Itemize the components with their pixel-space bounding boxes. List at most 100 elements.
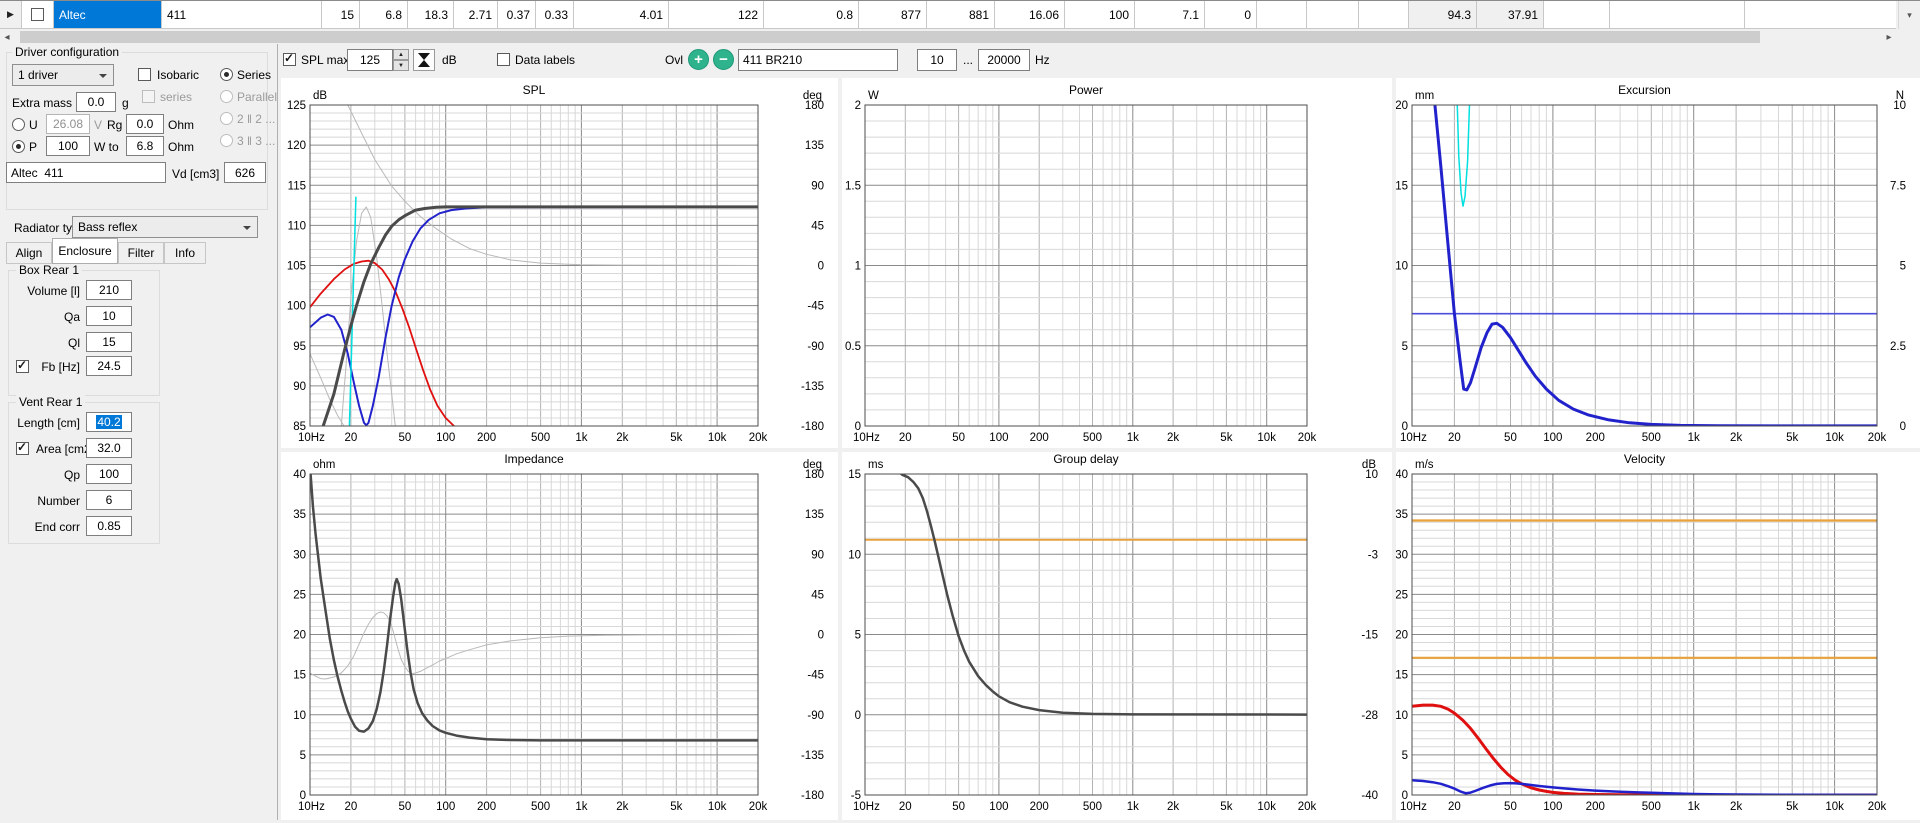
spl-xtick: 50 — [398, 432, 411, 444]
series-checkbox[interactable] — [142, 90, 155, 103]
step-down-icon[interactable]: ▼ — [393, 60, 409, 71]
tab-filter[interactable]: Filter — [118, 242, 164, 264]
row-selector-arrow-icon[interactable]: ▶ — [0, 1, 22, 28]
number-field[interactable]: 6 — [86, 490, 132, 510]
freq-max-field[interactable]: 20000 — [978, 49, 1030, 71]
isobaric-checkbox[interactable] — [138, 68, 151, 81]
driver-name-field[interactable]: Altec 411 — [6, 162, 166, 183]
radiator-type-select[interactable]: Bass reflex — [72, 216, 258, 238]
area-field[interactable]: 32.0 — [86, 438, 132, 458]
grid-cell[interactable]: 122 — [669, 1, 764, 28]
velocity-ytick: 15 — [1396, 670, 1408, 682]
velocity-xtick: 1k — [1688, 801, 1700, 813]
rg-field[interactable]: 0.0 — [126, 114, 164, 134]
fb-field[interactable]: 24.5 — [86, 356, 132, 376]
grid-cell[interactable] — [1307, 1, 1359, 28]
volume-field[interactable]: 210 — [86, 280, 132, 300]
two-parallel-label: 2 ‖ 2 ... — [237, 112, 276, 126]
excursion-xtick: 10Hz — [1400, 432, 1427, 444]
ql-field[interactable]: 15 — [86, 332, 132, 352]
step-up-icon[interactable]: ▲ — [393, 49, 409, 60]
grid-cell[interactable]: 100 — [1065, 1, 1135, 28]
scrollbar-thumb[interactable] — [20, 31, 1760, 43]
grid-cell[interactable] — [1359, 1, 1409, 28]
qa-field[interactable]: 10 — [86, 306, 132, 326]
vent-length-field[interactable]: 40.2 — [86, 412, 132, 432]
remove-overlay-button[interactable]: − — [713, 49, 734, 70]
grid-cell[interactable]: 881 — [927, 1, 995, 28]
scroll-down-icon[interactable]: ▾ — [1907, 10, 1912, 21]
grid-cell[interactable]: 16.06 — [995, 1, 1065, 28]
power-ohm-field[interactable]: 6.8 — [126, 136, 164, 156]
grid-cell[interactable]: 877 — [859, 1, 927, 28]
group-delay-xtick: 50 — [952, 801, 965, 813]
grid-cell[interactable]: 0.8 — [764, 1, 859, 28]
grid-cell[interactable]: 0.37 — [498, 1, 536, 28]
group-delay-xtick: 1k — [1127, 801, 1139, 813]
freq-min-field[interactable]: 10 — [917, 49, 957, 71]
parallel-radio[interactable] — [220, 90, 233, 103]
endcorr-field[interactable]: 0.85 — [86, 516, 132, 536]
series-radio[interactable] — [220, 68, 233, 81]
power-xtick: 5k — [1220, 432, 1232, 444]
autoscale-button[interactable] — [413, 49, 435, 71]
excursion-xtick: 500 — [1642, 432, 1661, 444]
grid-cell[interactable] — [1257, 1, 1307, 28]
overlay-name-field[interactable]: 411 BR210 — [738, 49, 898, 71]
spl-max-field[interactable]: 125 — [347, 49, 393, 71]
grid-cell[interactable]: 15 — [322, 1, 360, 28]
table-vertical-scrollbar[interactable]: ▾ — [1898, 1, 1920, 29]
impedance-xtick: 200 — [477, 801, 496, 813]
spl-max-stepper[interactable]: ▲ ▼ — [393, 49, 409, 71]
velocity-ytick: 10 — [1396, 710, 1408, 722]
power-field[interactable]: 100 — [46, 136, 90, 156]
two-parallel-radio[interactable] — [220, 112, 233, 125]
grid-cell[interactable]: 37.91 — [1477, 1, 1544, 28]
excursion-xtick: 100 — [1543, 432, 1562, 444]
area-checkbox[interactable] — [16, 440, 29, 455]
table-horizontal-scrollbar[interactable]: ◂ ▸ — [0, 30, 1896, 44]
grid-cell-selected[interactable]: Altec — [54, 1, 162, 28]
spl-ytick-right: 0 — [818, 261, 824, 273]
tab-align[interactable]: Align — [6, 242, 52, 264]
scroll-left-icon[interactable]: ◂ — [0, 30, 14, 44]
group-delay-xtick: 20 — [899, 801, 912, 813]
qp-field[interactable]: 100 — [86, 464, 132, 484]
grid-cell[interactable]: 94.3 — [1409, 1, 1477, 28]
grid-cell[interactable]: 411 — [162, 1, 322, 28]
group-delay-title: Group delay — [1053, 452, 1118, 466]
spl-ytick-right: -135 — [801, 381, 824, 393]
scroll-right-icon[interactable]: ▸ — [1882, 30, 1896, 44]
excursion-series-cone-excursion — [1433, 105, 1877, 426]
add-overlay-button[interactable]: + — [688, 49, 709, 70]
tab-info[interactable]: Info — [164, 242, 206, 264]
grid-cell[interactable]: 0.33 — [536, 1, 574, 28]
driver-count-select[interactable]: 1 driver — [12, 64, 114, 86]
spl-ytick: 90 — [293, 381, 306, 393]
spl-max-checkbox[interactable] — [283, 51, 296, 66]
voltage-radio[interactable] — [12, 118, 25, 131]
grid-cell[interactable] — [1745, 1, 1896, 28]
excursion-xtick: 10k — [1825, 432, 1844, 444]
driver-table-row[interactable]: ▶ Altec 411 15 6.8 18.3 2.71 0.37 0.33 4.01 122 0.… — [0, 1, 1896, 29]
power-radio[interactable] — [12, 140, 25, 153]
grid-cell[interactable]: 18.3 — [408, 1, 454, 28]
grid-cell[interactable]: 4.01 — [574, 1, 669, 28]
group-delay-ytick-right: 10 — [1365, 469, 1378, 481]
vd-label: Vd [cm3] — [172, 167, 220, 181]
impedance-xtick: 20 — [344, 801, 357, 813]
vd-field[interactable]: 626 — [224, 162, 266, 183]
data-labels-checkbox[interactable] — [497, 53, 510, 66]
grid-cell[interactable]: 0 — [1205, 1, 1257, 28]
row-checkbox-cell[interactable] — [22, 1, 54, 28]
grid-cell[interactable] — [1610, 1, 1745, 28]
grid-cell[interactable]: 6.8 — [360, 1, 408, 28]
grid-cell[interactable]: 2.71 — [454, 1, 498, 28]
grid-cell[interactable]: 7.1 — [1135, 1, 1205, 28]
tab-enclosure[interactable]: Enclosure — [52, 238, 118, 264]
three-parallel-radio[interactable] — [220, 134, 233, 147]
grid-cell[interactable] — [1544, 1, 1610, 28]
overlay-label: Ovl — [665, 53, 683, 67]
extra-mass-field[interactable]: 0.0 — [76, 92, 116, 112]
row-checkbox[interactable] — [31, 8, 44, 21]
